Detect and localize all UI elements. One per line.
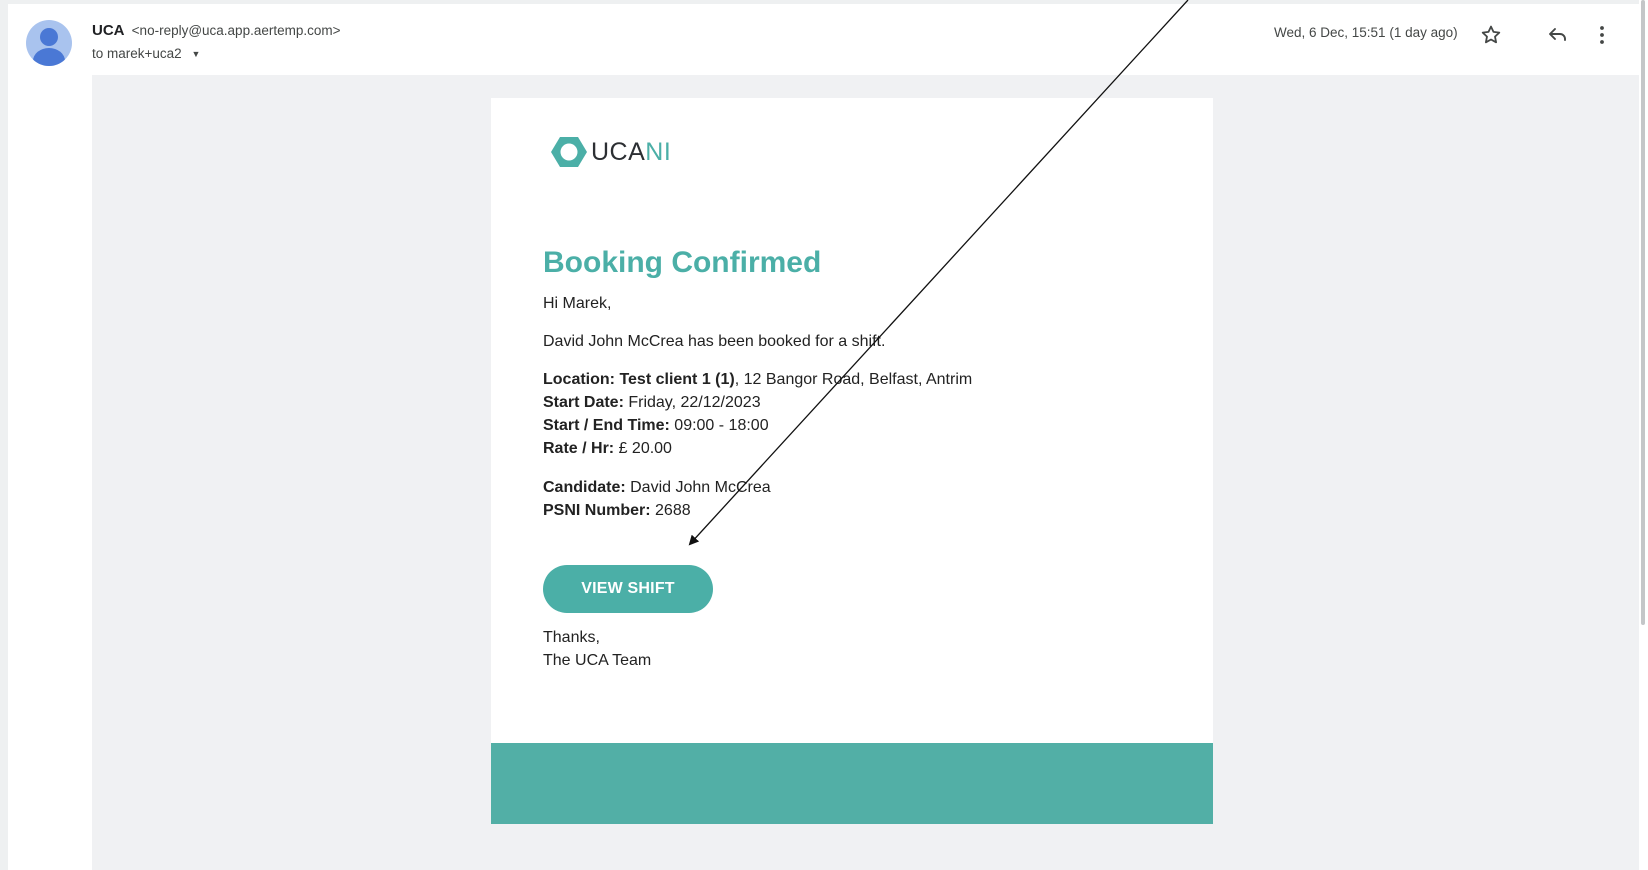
email-date: Wed, 6 Dec, 15:51 (1 day ago) (1274, 25, 1458, 40)
location-value: , 12 Bangor Road, Belfast, Antrim (734, 371, 973, 388)
scrollbar[interactable] (1639, 0, 1648, 870)
location-label: Location: Test client 1 (1) (543, 371, 735, 388)
email-footer-band (491, 743, 1213, 824)
psni-line: PSNI Number: 2688 (543, 502, 691, 520)
candidate-label: Candidate: (543, 479, 626, 496)
avatar-body-shape (33, 48, 65, 66)
signature-text: The UCA Team (543, 652, 652, 669)
psni-value: 2688 (650, 502, 691, 519)
time-line: Start / End Time: 09:00 - 18:00 (543, 417, 769, 435)
sender-line: UCA <no-reply@uca.app.aertemp.com> (92, 22, 341, 39)
time-value: 09:00 - 18:00 (669, 417, 769, 434)
more-vert-icon[interactable] (1590, 23, 1614, 47)
start-date-line: Start Date: Friday, 22/12/2023 (543, 394, 761, 412)
location-line: Location: Test client 1 (1), 12 Bangor R… (543, 371, 972, 389)
start-date-label: Start Date: (543, 394, 624, 411)
reply-icon[interactable] (1546, 23, 1570, 47)
thanks-text: Thanks, (543, 629, 600, 646)
caret-down-icon[interactable]: ▼ (191, 49, 200, 59)
psni-label: PSNI Number: (543, 502, 651, 519)
start-date-value: Friday, 22/12/2023 (623, 394, 761, 411)
email-view: UCA <no-reply@uca.app.aertemp.com> to ma… (8, 4, 1639, 870)
recipient-text: to marek+uca2 (92, 46, 182, 61)
sender-email: <no-reply@uca.app.aertemp.com> (131, 23, 341, 38)
logo-wordmark: UCANI (591, 138, 671, 167)
avatar-head-shape (40, 28, 58, 46)
scrollbar-thumb[interactable] (1641, 0, 1645, 625)
logo-text-uca: UCA (591, 137, 646, 166)
ucani-logo: UCANI (551, 134, 671, 170)
hexagon-logo-icon (551, 137, 587, 167)
email-body-frame: UCANI Booking Confirmed Hi Marek, David … (92, 75, 1639, 870)
intro-text: David John McCrea has been booked for a … (543, 333, 886, 350)
star-icon[interactable] (1479, 23, 1503, 47)
email-heading: Booking Confirmed (543, 246, 822, 279)
sender-avatar[interactable] (26, 20, 72, 66)
recipient-line: to marek+uca2 ▼ (92, 46, 200, 61)
greeting: Hi Marek, (543, 295, 612, 312)
rate-label: Rate / Hr: (543, 440, 615, 457)
time-label: Start / End Time: (543, 417, 670, 434)
logo-text-ni: NI (645, 137, 672, 166)
email-card: UCANI Booking Confirmed Hi Marek, David … (491, 98, 1213, 743)
sender-name[interactable]: UCA (92, 22, 125, 39)
candidate-line: Candidate: David John McCrea (543, 479, 771, 497)
rate-value: £ 20.00 (614, 440, 672, 457)
candidate-value: David John McCrea (625, 479, 771, 496)
view-shift-button[interactable]: VIEW SHIFT (543, 565, 713, 613)
rate-line: Rate / Hr: £ 20.00 (543, 440, 672, 458)
